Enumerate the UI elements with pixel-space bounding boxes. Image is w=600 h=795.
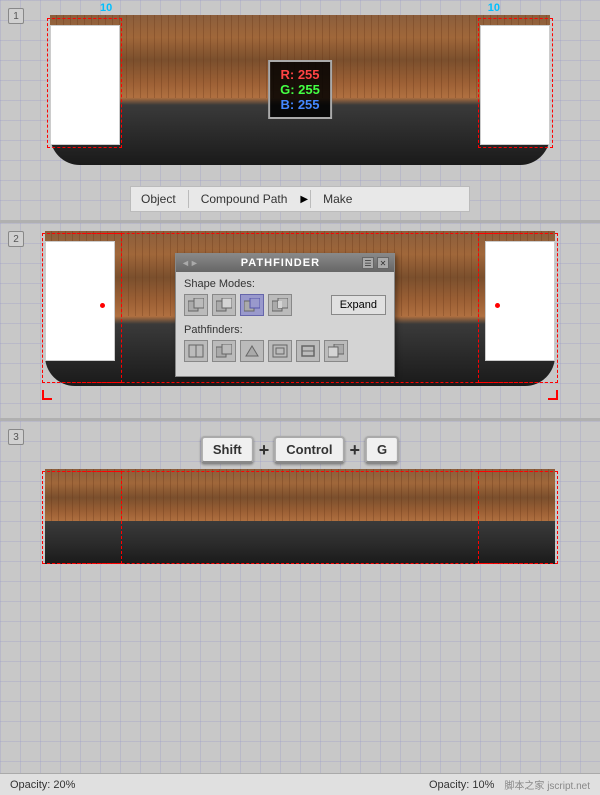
handle-bl (42, 390, 52, 400)
color-overlay-box: R: 255 G: 255 B: 255 (268, 60, 332, 119)
menu-object[interactable]: Object (131, 189, 186, 209)
shape-unite-icon[interactable] (184, 294, 208, 316)
panel-2: 2 ◄► PATHFINDER ☰ ✕ (0, 223, 600, 418)
status-bar: Opacity: 20% Opacity: 10% 脚本之家 jscript.n… (0, 773, 600, 795)
pathfinder-titlebar: ◄► PATHFINDER ☰ ✕ (176, 254, 394, 272)
control-key: Control (274, 436, 344, 464)
panel-badge-2: 2 (8, 231, 24, 247)
pathfinder-outline-icon[interactable] (296, 340, 320, 362)
plus-2: + (349, 440, 360, 461)
ruler-label-top-left: 10 (100, 2, 112, 14)
pathfinder-panel: ◄► PATHFINDER ☰ ✕ Shape Modes: (175, 253, 395, 377)
pathfinders-row (184, 340, 386, 362)
pathfinder-body: Shape Modes: Expand (176, 272, 394, 376)
shape-minus-front-icon[interactable] (212, 294, 236, 316)
shape-modes-row: Expand (184, 294, 386, 316)
selection-left-1 (47, 18, 122, 148)
handle-br (548, 390, 558, 400)
pathfinder-title: PATHFINDER (241, 257, 320, 269)
shortcut-bar: Shift + Control + G (201, 436, 399, 464)
opacity-right: Opacity: 10% (429, 779, 494, 791)
color-g-label: G: 255 (280, 82, 320, 97)
panel-badge-3: 3 (8, 429, 24, 445)
pathfinder-close-btn[interactable]: ✕ (377, 257, 389, 269)
color-r-label: R: 255 (280, 67, 320, 82)
menu-bar: Object Compound Path ▶ Make (130, 186, 470, 212)
pathfinder-divide-icon[interactable] (184, 340, 208, 362)
selection-full-3 (42, 471, 558, 564)
g-key: G (365, 436, 399, 464)
pathfinder-merge-icon[interactable] (240, 340, 264, 362)
pathfinder-collapse[interactable]: ◄► (181, 258, 199, 268)
watermark: 脚本之家 jscript.net (504, 777, 590, 792)
menu-sep-1 (188, 190, 189, 208)
pathfinder-trim-icon[interactable] (212, 340, 236, 362)
opacity-left: Opacity: 20% (10, 779, 75, 791)
panel-1: 1 10 10 25 25 R: 255 G: 255 B: 255 (0, 0, 600, 220)
menu-make[interactable]: Make (313, 189, 362, 209)
menu-sep-2 (310, 190, 311, 208)
pathfinder-controls: ☰ ✕ (362, 257, 389, 269)
pathfinder-crop-icon[interactable] (268, 340, 292, 362)
menu-arrow: ▶ (300, 194, 308, 205)
main-container: 1 10 10 25 25 R: 255 G: 255 B: 255 (0, 0, 600, 795)
panel-badge-1: 1 (8, 8, 24, 24)
color-b-label: B: 255 (280, 97, 320, 112)
plus-1: + (259, 440, 270, 461)
menu-compound-path[interactable]: Compound Path (191, 189, 298, 209)
shift-key: Shift (201, 436, 254, 464)
expand-button[interactable]: Expand (331, 295, 386, 315)
panel-3: 3 Shift + Control + G Opacity: 20% Opaci… (0, 421, 600, 795)
shape-intersect-icon[interactable] (240, 294, 264, 316)
pathfinder-minus-back-icon[interactable] (324, 340, 348, 362)
pathfinder-menu-btn[interactable]: ☰ (362, 257, 374, 269)
ruler-label-top-right: 10 (488, 2, 500, 14)
shape-exclude-icon[interactable] (268, 294, 292, 316)
pathfinders-label: Pathfinders: (184, 324, 386, 336)
shape-modes-label: Shape Modes: (184, 278, 386, 290)
selection-right-1 (478, 18, 553, 148)
status-right: Opacity: 10% 脚本之家 jscript.net (429, 777, 590, 792)
